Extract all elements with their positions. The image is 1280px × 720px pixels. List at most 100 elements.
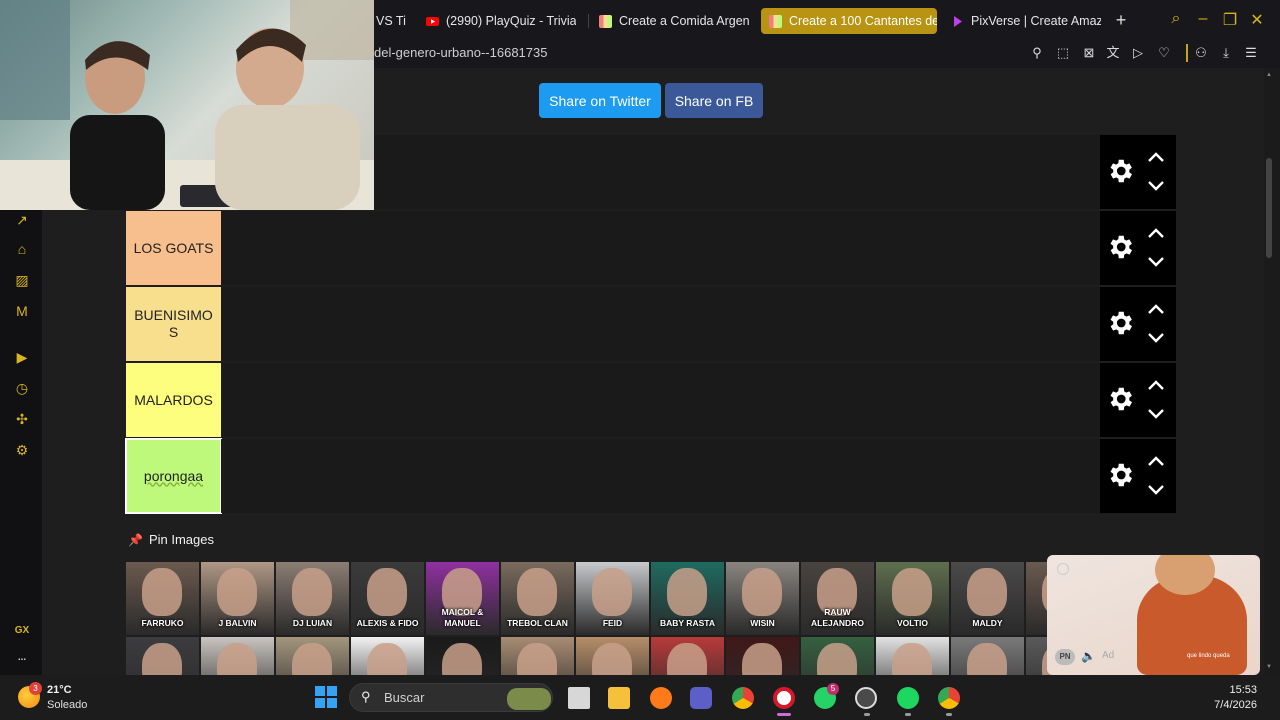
- task-view-icon[interactable]: [568, 687, 590, 709]
- artist-caption: J BALVIN: [218, 618, 257, 628]
- search-tabs-icon[interactable]: ⌕: [1166, 10, 1186, 28]
- obs-icon[interactable]: [855, 687, 877, 709]
- artist-photo: [742, 568, 782, 616]
- adblock-icon[interactable]: ⊠: [1080, 44, 1098, 62]
- tier-label-editing[interactable]: porongaa: [125, 438, 222, 514]
- heart-icon[interactable]: ♡: [1155, 44, 1173, 62]
- clock-time[interactable]: 15:53: [1212, 684, 1257, 696]
- url-field[interactable]: del-genero-urbano--16681735: [374, 45, 547, 60]
- pin-icon[interactable]: ⚲: [1028, 44, 1046, 62]
- chevron-up-icon[interactable]: [1146, 150, 1166, 164]
- send-icon[interactable]: ▷: [1129, 44, 1147, 62]
- artist-image-tile[interactable]: RAUW ALEJANDRO: [801, 562, 874, 635]
- tier-dropzone[interactable]: [221, 287, 1100, 361]
- more-icon[interactable]: ...: [10, 652, 34, 663]
- gear-icon[interactable]: [1105, 308, 1135, 338]
- ad-close-icon[interactable]: [1057, 563, 1069, 575]
- speed-dial-icon[interactable]: ↗: [12, 210, 32, 230]
- tab-cantantes-active[interactable]: Create a 100 Cantantes de: [761, 8, 937, 34]
- tier-controls: [1100, 135, 1176, 209]
- tab-pixverse[interactable]: PixVerse | Create Amazin: [951, 8, 1101, 34]
- scroll-up-arrow[interactable]: ▲: [1266, 72, 1274, 78]
- artist-image-tile[interactable]: MAICOL & MANUEL: [426, 562, 499, 635]
- gear-icon[interactable]: [1105, 460, 1135, 490]
- artist-image-tile[interactable]: ALEXIS & FIDO: [351, 562, 424, 635]
- shopping-icon[interactable]: ⌂: [12, 239, 32, 259]
- tier-controls: [1100, 211, 1176, 285]
- tab-vs[interactable]: VS Ti: [376, 8, 412, 34]
- tier-dropzone[interactable]: [221, 439, 1100, 513]
- tier-dropzone[interactable]: [221, 363, 1100, 437]
- cleaner-icon[interactable]: ▨: [12, 270, 32, 290]
- chevron-down-icon[interactable]: [1146, 331, 1166, 345]
- app-running-indicator: [864, 713, 870, 716]
- mods-icon[interactable]: M: [12, 301, 32, 321]
- menu-icon[interactable]: ☰: [1242, 44, 1260, 62]
- artist-image-tile[interactable]: FEID: [576, 562, 649, 635]
- minimize-icon[interactable]: ‒: [1193, 10, 1213, 28]
- download-icon[interactable]: ⤓: [1217, 44, 1235, 62]
- windows-start-icon[interactable]: [315, 686, 337, 708]
- scroll-down-arrow[interactable]: ▼: [1266, 664, 1274, 670]
- profile-icon[interactable]: ⚇: [1192, 44, 1210, 62]
- teams-icon[interactable]: [690, 687, 712, 709]
- chevron-down-icon[interactable]: [1146, 255, 1166, 269]
- close-icon[interactable]: ✕: [1247, 10, 1267, 30]
- pixverse-icon: [954, 15, 962, 27]
- gear-icon[interactable]: [1105, 156, 1135, 186]
- tier-label[interactable]: MALARDOS: [126, 363, 221, 437]
- tier-dropzone[interactable]: [221, 211, 1100, 285]
- file-explorer-icon[interactable]: [608, 687, 630, 709]
- chevron-down-icon[interactable]: [1146, 407, 1166, 421]
- opera-gx-icon[interactable]: [773, 687, 795, 709]
- extensions-icon[interactable]: ✣: [12, 409, 32, 429]
- gear-icon[interactable]: [1105, 232, 1135, 262]
- scrollbar-thumb[interactable]: [1266, 158, 1272, 258]
- history-icon[interactable]: ◷: [12, 378, 32, 398]
- artist-image-tile[interactable]: FARRUKO: [126, 562, 199, 635]
- tab-label: (2990) PlayQuiz - Trivia: [446, 14, 576, 28]
- tab-label: VS Ti: [376, 14, 406, 28]
- tab-youtube[interactable]: (2990) PlayQuiz - Trivia: [426, 8, 576, 34]
- gear-icon[interactable]: [1105, 384, 1135, 414]
- artist-image-tile[interactable]: BABY RASTA: [651, 562, 724, 635]
- chevron-up-icon[interactable]: [1146, 454, 1166, 468]
- artist-image-tile[interactable]: WISIN: [726, 562, 799, 635]
- snapshot-icon[interactable]: ⬚: [1054, 44, 1072, 62]
- translate-icon[interactable]: 文: [1104, 44, 1122, 62]
- youtube-icon: [426, 16, 439, 26]
- spotify-icon[interactable]: [897, 687, 919, 709]
- artist-image-tile[interactable]: DJ LUIAN: [276, 562, 349, 635]
- weather-condition[interactable]: Soleado: [47, 699, 87, 711]
- chevron-down-icon[interactable]: [1146, 179, 1166, 193]
- player-icon[interactable]: ▶: [12, 347, 32, 367]
- mute-icon[interactable]: 🔈: [1081, 649, 1096, 663]
- gx-corner-label[interactable]: GX: [10, 625, 34, 636]
- chrome-icon[interactable]: [938, 687, 960, 709]
- chrome-icon[interactable]: [732, 687, 754, 709]
- artist-image-tile[interactable]: TREBOL CLAN: [501, 562, 574, 635]
- artist-image-tile[interactable]: MALDY: [951, 562, 1024, 635]
- taskbar-search-placeholder[interactable]: Buscar: [384, 690, 424, 705]
- video-ad-popup[interactable]: PN 🔈 Ad que lindo queda: [1047, 555, 1260, 675]
- clock-date[interactable]: 7/4/2026: [1197, 699, 1257, 711]
- settings-icon[interactable]: ⚙: [12, 440, 32, 460]
- chevron-down-icon[interactable]: [1146, 483, 1166, 497]
- maximize-icon[interactable]: ❐: [1220, 10, 1240, 30]
- chevron-up-icon[interactable]: [1146, 226, 1166, 240]
- tier-label[interactable]: BUENISIMOS: [126, 287, 221, 361]
- new-tab-button[interactable]: +: [1112, 11, 1130, 29]
- firefox-icon[interactable]: [650, 687, 672, 709]
- chevron-up-icon[interactable]: [1146, 302, 1166, 316]
- artist-image-tile[interactable]: VOLTIO: [876, 562, 949, 635]
- share-facebook-button[interactable]: Share on FB: [665, 83, 763, 118]
- weather-temp[interactable]: 21°C: [47, 684, 72, 696]
- chevron-up-icon[interactable]: [1146, 378, 1166, 392]
- artist-caption: DJ LUIAN: [292, 618, 333, 628]
- screen: Share on Twitter Share on FB LOS GOATS B…: [0, 0, 1280, 720]
- tab-comida[interactable]: Create a Comida Argenti: [599, 8, 749, 34]
- artist-image-tile[interactable]: J BALVIN: [201, 562, 274, 635]
- ad-caption: que lindo queda: [1187, 653, 1230, 659]
- tier-label[interactable]: LOS GOATS: [126, 211, 221, 285]
- share-twitter-button[interactable]: Share on Twitter: [539, 83, 661, 118]
